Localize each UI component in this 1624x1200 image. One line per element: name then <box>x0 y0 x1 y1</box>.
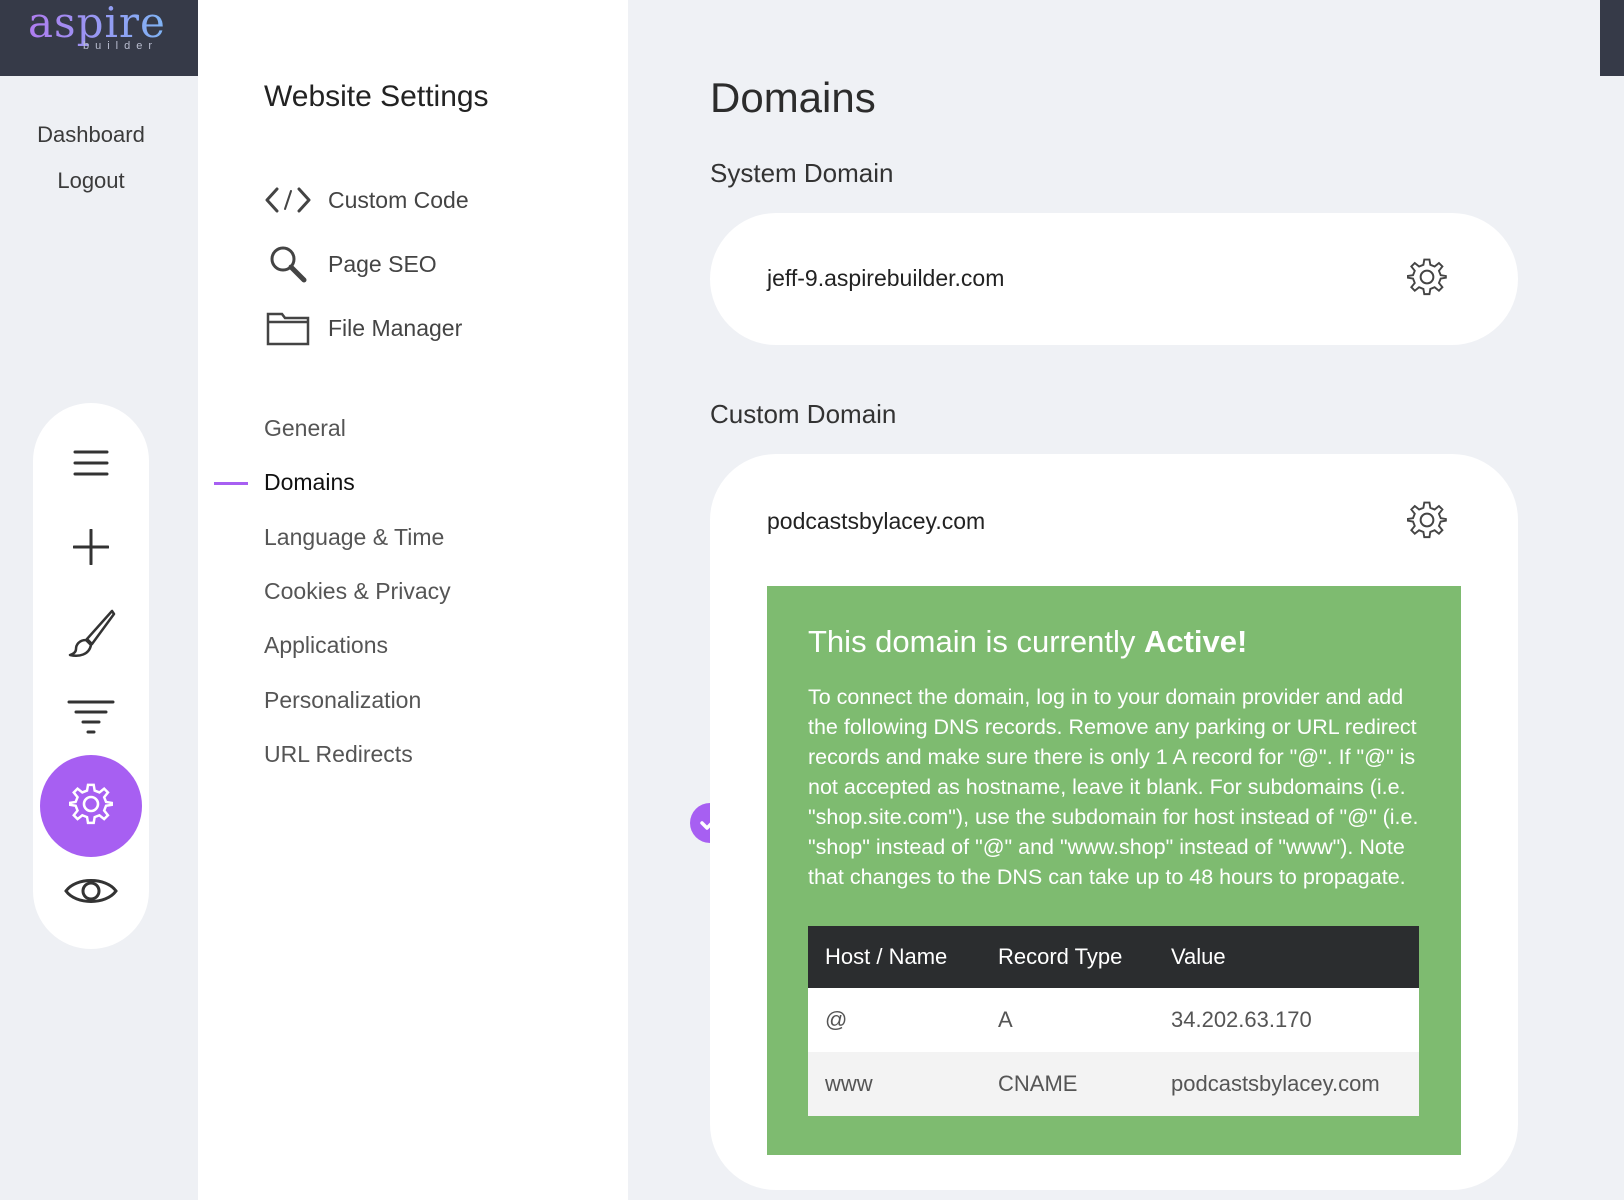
main-content: Domains System Domain jeff-9.aspirebuild… <box>628 0 1624 1200</box>
editor-toolbar <box>33 403 149 949</box>
page-title: Domains <box>710 74 876 121</box>
eye-icon[interactable] <box>33 851 149 931</box>
dns-header-type: Record Type <box>981 926 1154 988</box>
system-domain-card: jeff-9.aspirebuilder.com <box>710 213 1518 345</box>
dns-table: Host / Name Record Type Value @ A 34.202… <box>808 926 1419 1116</box>
window-edge <box>1600 0 1624 76</box>
logo-subtitle: builder <box>83 40 159 52</box>
page-seo-link[interactable]: Page SEO <box>264 244 437 284</box>
custom-code-link[interactable]: Custom Code <box>264 180 469 220</box>
panel-title: Website Settings <box>264 80 489 113</box>
table-row: @ A 34.202.63.170 <box>808 988 1419 1052</box>
settings-panel: Website Settings Custom Code Page SEO Fi… <box>198 0 628 1200</box>
left-rail: aspire builder Dashboard Logout <box>0 0 198 1200</box>
gear-icon <box>68 782 113 831</box>
folder-icon <box>264 308 312 348</box>
system-domain-heading: System Domain <box>710 158 894 188</box>
custom-code-label: Custom Code <box>328 186 469 213</box>
domain-status-box: This domain is currently Active! To conn… <box>767 586 1461 1155</box>
status-strong: Active! <box>1143 624 1248 659</box>
dns-instructions: To connect the domain, log in to your do… <box>808 685 1419 889</box>
dns-host: www <box>808 1052 981 1116</box>
logo[interactable]: aspire builder <box>0 0 198 76</box>
system-domain-value: jeff-9.aspirebuilder.com <box>767 265 1005 291</box>
dns-type: A <box>981 988 1154 1052</box>
active-nav-indicator <box>214 482 248 485</box>
custom-domain-heading: Custom Domain <box>710 399 897 429</box>
page-seo-label: Page SEO <box>328 250 437 277</box>
dns-header-value: Value <box>1154 926 1419 988</box>
nav-language-time[interactable]: Language & Time <box>264 524 444 551</box>
nav-cookies-privacy[interactable]: Cookies & Privacy <box>264 578 451 605</box>
search-icon <box>264 244 312 284</box>
table-row: www CNAME podcastsbylacey.com <box>808 1052 1419 1116</box>
dns-host: @ <box>808 988 981 1052</box>
dns-value: podcastsbylacey.com <box>1154 1052 1419 1116</box>
menu-icon[interactable] <box>33 423 149 503</box>
nav-personalization[interactable]: Personalization <box>264 687 421 714</box>
gear-icon[interactable] <box>1406 257 1451 301</box>
custom-domain-value: podcastsbylacey.com <box>767 508 986 534</box>
dns-header-row: Host / Name Record Type Value <box>808 926 1419 988</box>
gear-icon[interactable] <box>1406 500 1451 544</box>
dashboard-link[interactable]: Dashboard <box>0 122 182 148</box>
dns-type: CNAME <box>981 1052 1154 1116</box>
status-title: This domain is currently Active! <box>808 624 1247 660</box>
nav-domains[interactable]: Domains <box>264 469 355 496</box>
plus-icon[interactable] <box>33 507 149 587</box>
dns-header-host: Host / Name <box>808 926 981 988</box>
logout-link[interactable]: Logout <box>0 168 182 194</box>
settings-gear-button[interactable] <box>40 755 142 857</box>
custom-domain-card: podcastsbylacey.com This domain is curre… <box>710 454 1518 1190</box>
file-manager-label: File Manager <box>328 314 463 341</box>
nav-applications[interactable]: Applications <box>264 632 388 659</box>
status-prefix: This domain is currently <box>808 624 1144 659</box>
dns-value: 34.202.63.170 <box>1154 988 1419 1052</box>
code-icon <box>264 180 312 220</box>
nav-general[interactable]: General <box>264 415 346 442</box>
file-manager-link[interactable]: File Manager <box>264 308 462 348</box>
brush-icon[interactable] <box>33 593 149 673</box>
filter-icon[interactable] <box>33 677 149 757</box>
nav-url-redirects[interactable]: URL Redirects <box>264 741 413 768</box>
